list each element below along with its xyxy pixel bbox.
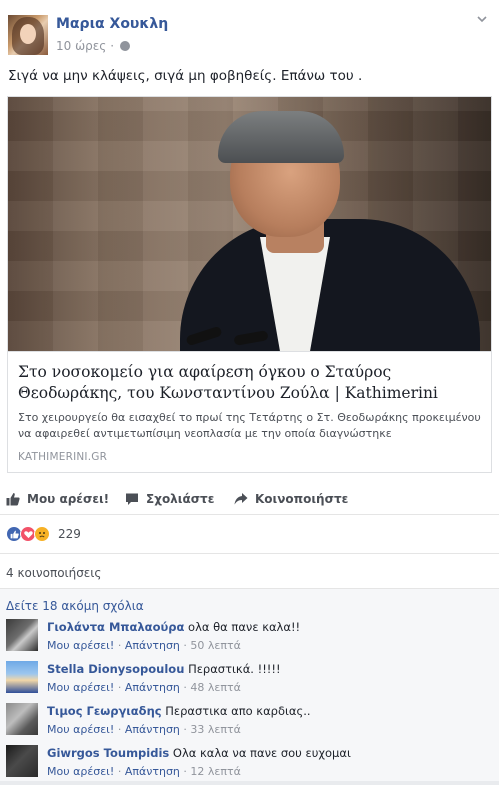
commenter-avatar[interactable] xyxy=(6,703,38,735)
comment-reply-link[interactable]: Απάντηση xyxy=(125,681,180,694)
comment-like-link[interactable]: Μου αρέσει! xyxy=(47,765,114,778)
comment-item: Giwrgos Toumpidis Ολα καλα να πανε σου ε… xyxy=(6,745,496,785)
comment-time[interactable]: 50 λεπτά xyxy=(190,639,240,652)
link-description: Στο χειρουργείο θα εισαχθεί το πρωί της … xyxy=(18,411,481,440)
share-icon xyxy=(234,493,248,505)
post-text: Σιγά να μην κλάψεις, σιγά μη φοβηθείς. Ε… xyxy=(8,68,363,84)
comment-text: Περαστικά. !!!!! xyxy=(188,662,281,676)
comment-time[interactable]: 48 λεπτά xyxy=(190,681,240,694)
post-time[interactable]: 10 ώρες xyxy=(56,39,106,53)
commenter-name[interactable]: Stella Dionysopoulou xyxy=(47,662,184,676)
author-name[interactable]: Μαρια Χουκλη xyxy=(56,16,168,32)
like-button[interactable]: Μου αρέσει! xyxy=(6,492,109,506)
share-label: Κοινοποιήστε xyxy=(255,492,349,506)
commenter-name[interactable]: Γιολάντα Μπαλαούρα xyxy=(47,620,184,634)
comments-section: Δείτε 18 ακόμη σχόλια Γιολάντα Μπαλαούρα… xyxy=(0,589,499,781)
link-preview-image[interactable] xyxy=(8,97,491,351)
comment-text: ολα θα πανε καλα!! xyxy=(188,620,301,634)
divider xyxy=(0,514,499,515)
comment-like-link[interactable]: Μου αρέσει! xyxy=(47,639,114,652)
post-meta: 10 ώρες · xyxy=(56,39,131,53)
link-domain: KATHIMERINI.GR xyxy=(18,451,108,463)
comment-text: Περαστικα απο καρδιας.. xyxy=(165,704,311,718)
comment-button[interactable]: Σχολιάστε xyxy=(125,492,214,506)
comment-time[interactable]: 12 λεπτά xyxy=(190,765,240,778)
facebook-post: Μαρια Χουκλη 10 ώρες · Σιγά να μην κλάψε… xyxy=(0,0,499,781)
reaction-count[interactable]: 229 xyxy=(58,527,81,541)
comment-label: Σχολιάστε xyxy=(146,492,215,506)
comment-reply-link[interactable]: Απάντηση xyxy=(125,639,180,652)
comment-time[interactable]: 33 λεπτά xyxy=(190,723,240,736)
view-more-comments-link[interactable]: Δείτε 18 ακόμη σχόλια xyxy=(6,599,144,613)
author-avatar[interactable] xyxy=(8,15,48,55)
commenter-avatar[interactable] xyxy=(6,745,38,777)
comment-icon xyxy=(126,493,138,505)
link-title[interactable]: Στο νοσοκομείο για αφαίρεση όγκου ο Σταύ… xyxy=(18,362,483,404)
link-preview-body[interactable]: Στο νοσοκομείο για αφαίρεση όγκου ο Σταύ… xyxy=(8,351,491,472)
comment-item: Γιολάντα Μπαλαούρα ολα θα πανε καλα!! Μο… xyxy=(6,619,496,659)
comment-text: Ολα καλα να πανε σου ευχομαι xyxy=(172,746,351,760)
commenter-avatar[interactable] xyxy=(6,619,38,651)
like-label: Μου αρέσει! xyxy=(27,492,110,506)
comment-like-link[interactable]: Μου αρέσει! xyxy=(47,723,114,736)
comment-item: Stella Dionysopoulou Περαστικά. !!!!! Μο… xyxy=(6,661,496,701)
commenter-name[interactable]: Giwrgos Toumpidis xyxy=(47,746,169,760)
commenter-name[interactable]: Τιμος Γεωργιαδης xyxy=(47,704,162,718)
shares-count[interactable]: 4 κοινοποιήσεις xyxy=(6,566,101,580)
globe-icon xyxy=(120,41,131,51)
comment-like-link[interactable]: Μου αρέσει! xyxy=(47,681,114,694)
reactions-summary[interactable]: 229 xyxy=(6,526,81,542)
link-preview-card[interactable]: Στο νοσοκομείο για αφαίρεση όγκου ο Σταύ… xyxy=(7,96,492,473)
comment-reply-link[interactable]: Απάντηση xyxy=(125,765,180,778)
share-button[interactable]: Κοινοποιήστε xyxy=(234,492,348,506)
commenter-avatar[interactable] xyxy=(6,661,38,693)
post-actions: Μου αρέσει! Σχολιάστε Κοινοποιήστε xyxy=(0,484,499,514)
comment-item: Τιμος Γεωργιαδης Περαστικα απο καρδιας..… xyxy=(6,703,496,743)
comment-reply-link[interactable]: Απάντηση xyxy=(125,723,180,736)
thumbs-up-icon xyxy=(6,493,20,506)
sad-reaction-icon xyxy=(34,526,50,542)
divider xyxy=(0,553,499,554)
chevron-down-icon[interactable] xyxy=(477,14,487,24)
